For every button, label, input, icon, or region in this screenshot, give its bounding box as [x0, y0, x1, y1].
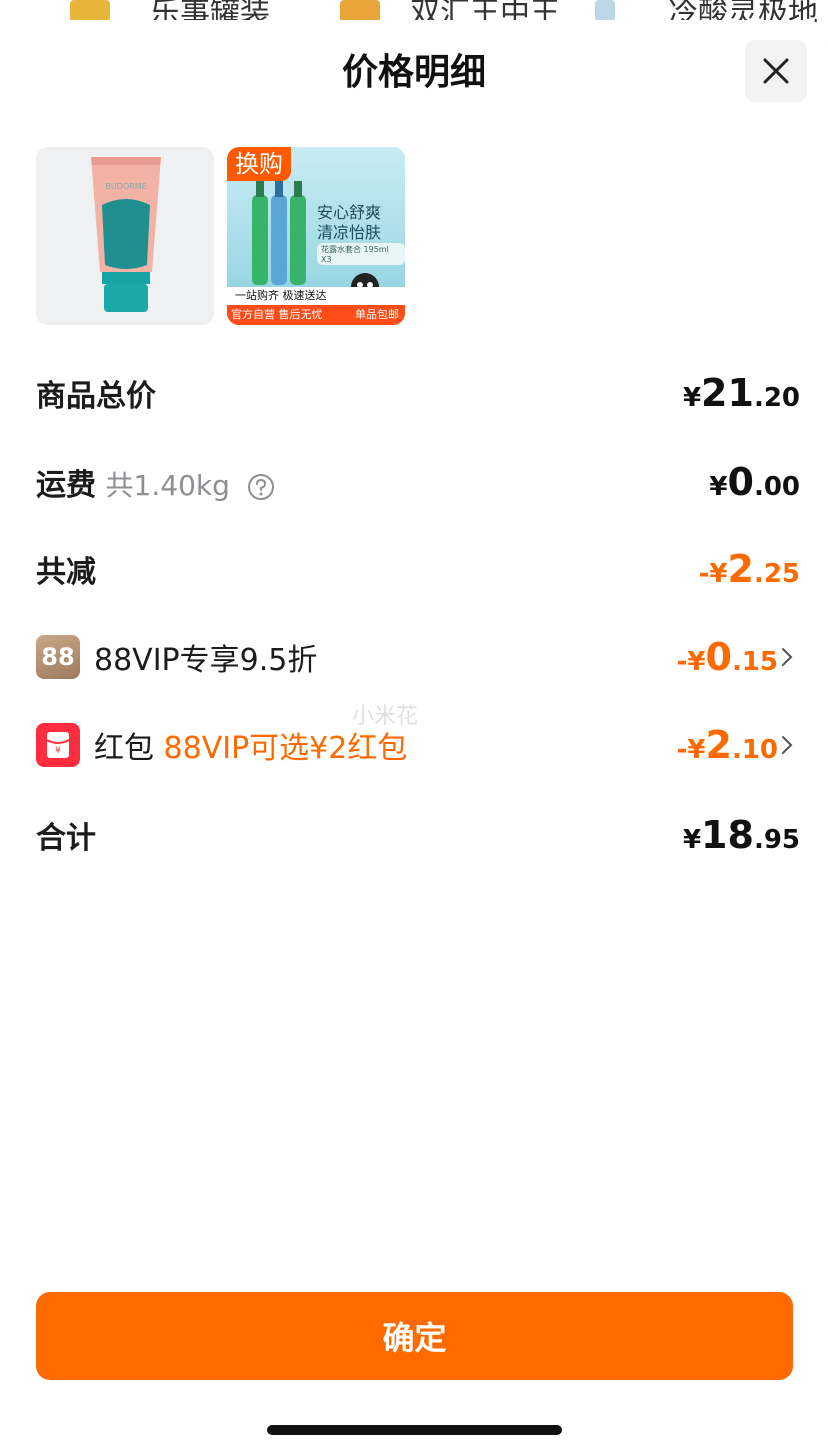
amount-decimal: .15 — [731, 647, 778, 677]
amount-integer: 18 — [701, 813, 754, 857]
88vip-label: 88VIP专享9.5折 — [94, 643, 318, 678]
shipping-label-group: 运费 共1.40kg — [36, 460, 275, 504]
chevron-right-icon — [782, 648, 793, 666]
row-total: 合计 ¥18.95 — [36, 810, 800, 860]
red-packet-label: 红包 — [94, 731, 154, 766]
help-icon[interactable] — [247, 473, 275, 501]
promo-footer-left: 官方自营 售后无忧 — [231, 308, 323, 321]
promo-line-2: 清凉怡肤 — [317, 223, 382, 242]
discount-total-label: 共减 — [36, 555, 96, 590]
shipping-label: 运费 — [36, 468, 96, 503]
88vip-badge-icon: 88 — [36, 635, 80, 679]
product-thumbnail-swap-item[interactable]: 换购 安心舒爽 清凉怡肤 花露水套合 195ml X3 一站购齐 极速送达 官方… — [227, 147, 405, 325]
bg-product-thumb — [340, 0, 380, 22]
amount-decimal: .00 — [753, 472, 800, 502]
promo-footer-right: 单品包邮 — [355, 308, 399, 321]
currency-symbol: ¥ — [682, 383, 702, 413]
amount-integer: 0 — [727, 460, 754, 504]
amount-integer: 21 — [701, 371, 754, 415]
subtotal-label: 商品总价 — [36, 379, 156, 414]
currency-prefix: -¥ — [698, 559, 728, 589]
amount-decimal: .25 — [753, 559, 800, 589]
sheet-title: 价格明细 — [341, 52, 486, 93]
subtotal-amount: ¥21.20 — [683, 371, 800, 415]
close-button[interactable] — [745, 40, 807, 102]
amount-integer: 2 — [705, 723, 732, 767]
row-shipping: 运费 共1.40kg ¥0.00 — [36, 457, 800, 507]
total-amount: ¥18.95 — [683, 813, 800, 857]
hand-cream-tube-image: BUDORME — [91, 157, 161, 312]
currency-prefix: -¥ — [676, 735, 706, 765]
currency-prefix: -¥ — [676, 647, 706, 677]
brand-text: BUDORME — [105, 182, 146, 191]
row-subtotal: 商品总价 ¥21.20 — [36, 368, 800, 418]
amount-decimal: .20 — [753, 383, 800, 413]
promo-sub: 花露水套合 195ml X3 — [317, 243, 405, 265]
amount-decimal: .10 — [731, 735, 778, 765]
row-discount-total: 共减 -¥2.25 — [36, 544, 800, 594]
promo-footer: 官方自营 售后无忧 单品包邮 — [227, 305, 405, 325]
amount-decimal: .95 — [753, 825, 800, 855]
close-icon — [763, 58, 789, 84]
red-packet-amount: -¥2.10 — [677, 723, 778, 767]
watermark: 小米花 — [352, 704, 419, 729]
chevron-right-icon — [782, 736, 793, 754]
bg-product-thumb — [595, 0, 615, 22]
svg-text:¥: ¥ — [55, 746, 61, 756]
total-label: 合计 — [36, 821, 96, 856]
red-packet-note: 88VIP可选¥2红包 — [163, 731, 408, 766]
currency-symbol: ¥ — [709, 472, 728, 502]
confirm-button[interactable]: 确定 — [36, 1292, 793, 1380]
amount-integer: 2 — [727, 547, 754, 591]
currency-symbol: ¥ — [682, 825, 702, 855]
home-indicator — [267, 1425, 562, 1435]
shipping-weight: 共1.40kg — [105, 469, 230, 502]
price-detail-sheet: 价格明细 BUDORME 换购 安心舒爽 清凉怡肤 花露水套合 195ml X3… — [0, 20, 828, 1453]
product-thumbnail-hand-cream[interactable]: BUDORME — [36, 147, 214, 325]
bg-product-thumb — [70, 0, 110, 22]
discount-total-amount: -¥2.25 — [699, 547, 800, 591]
shipping-amount: ¥0.00 — [709, 460, 800, 504]
amount-integer: 0 — [705, 635, 732, 679]
88vip-amount: -¥0.15 — [677, 635, 778, 679]
red-packet-icon: ¥ — [36, 723, 80, 767]
row-88vip-discount[interactable]: 88 88VIP专享9.5折 -¥0.15 — [36, 632, 800, 682]
promo-bar: 一站购齐 极速送达 — [227, 287, 405, 305]
